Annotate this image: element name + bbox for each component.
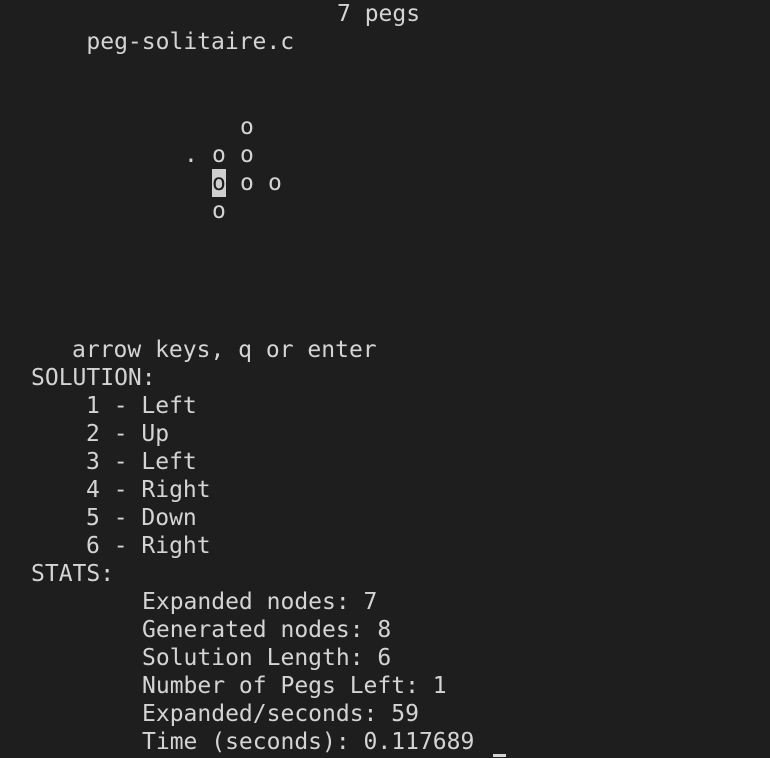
header-line: peg-solitaire.c [31, 0, 294, 55]
peg[interactable]: o [240, 169, 254, 197]
solution-move: 5 - Down [86, 505, 197, 531]
stat-pegs-left: Number of Pegs Left: 1 [142, 673, 447, 699]
empty-hole[interactable]: . [184, 141, 198, 169]
instructions-text: arrow keys, q or enter [72, 337, 377, 363]
program-filename: peg-solitaire.c [86, 29, 295, 55]
solution-move: 6 - Right [86, 533, 211, 559]
solution-heading: SOLUTION: [31, 365, 156, 391]
terminal-window[interactable]: peg-solitaire.c 7 pegs o . o o o o o o a… [0, 0, 770, 758]
solution-move: 1 - Left [86, 393, 197, 419]
peg[interactable]: o [212, 141, 226, 169]
terminal-cursor [493, 754, 506, 757]
peg[interactable]: o [240, 113, 254, 141]
stat-expanded-per-second: Expanded/seconds: 59 [142, 701, 419, 727]
peg-count: 7 pegs [337, 1, 421, 27]
peg[interactable]: o [240, 141, 254, 169]
stat-generated-nodes: Generated nodes: 8 [142, 617, 392, 643]
solution-move: 4 - Right [86, 477, 211, 503]
solution-move: 2 - Up [86, 421, 170, 447]
peg[interactable]: o [212, 197, 226, 225]
stat-time-seconds: Time (seconds): 0.117689 [142, 729, 475, 755]
stat-expanded-nodes: Expanded nodes: 7 [142, 589, 378, 615]
selected-peg-cursor[interactable]: o [212, 169, 226, 197]
solution-move: 3 - Left [86, 449, 197, 475]
stat-solution-length: Solution Length: 6 [142, 645, 392, 671]
peg[interactable]: o [268, 169, 282, 197]
stats-heading: STATS: [31, 561, 115, 587]
